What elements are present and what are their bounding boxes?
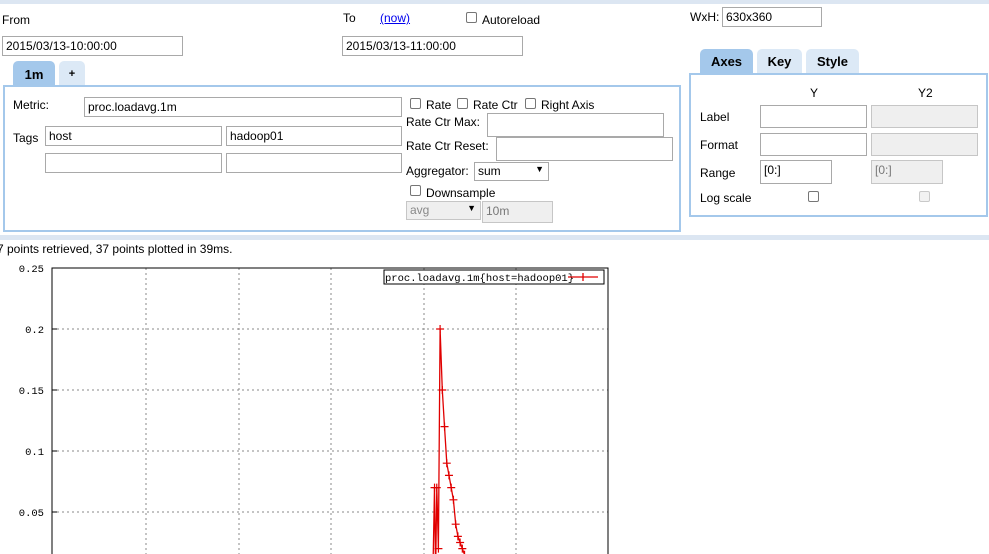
data-point — [444, 471, 453, 480]
tab-style[interactable]: Style — [806, 49, 859, 74]
downsample-checkbox[interactable] — [410, 185, 421, 196]
data-point — [449, 495, 458, 504]
autoreload-checkbox[interactable] — [466, 12, 477, 23]
chart-grid — [52, 268, 608, 554]
axis-y-header: Y — [810, 86, 819, 100]
to-date-input[interactable]: 2015/03/13-11:00:00 — [342, 36, 523, 56]
tab-axes[interactable]: Axes — [700, 49, 753, 74]
rate-ctr-max-label: Rate Ctr Max: — [406, 115, 481, 129]
chevron-down-icon: ▼ — [467, 203, 476, 213]
data-point — [442, 459, 451, 468]
y-tick-label: 0.25 — [19, 264, 44, 276]
y-axis: 0.25 0.2 0.15 0.1 0.05 — [19, 264, 57, 520]
size-label: WxH: — [690, 10, 720, 24]
aggregator-value: sum — [478, 164, 501, 178]
right-axis-label: Right Axis — [541, 98, 595, 112]
data-point — [447, 483, 456, 492]
downsample-label: Downsample — [426, 186, 496, 200]
autoreload-label: Autoreload — [482, 13, 541, 27]
tag-value-input[interactable] — [226, 153, 402, 173]
graph: 0.25 0.2 0.15 0.1 0.05 proc.loadavg.1m{host=… — [19, 264, 609, 554]
now-link[interactable]: (now) — [380, 11, 410, 25]
aggregator-label: Aggregator: — [406, 164, 469, 178]
downsample-interval-input[interactable]: 10m — [482, 201, 553, 223]
rate-ctr-max-input[interactable] — [487, 113, 664, 137]
tag-key-input[interactable]: host — [45, 126, 222, 146]
y2-format-input[interactable] — [871, 133, 978, 156]
axis-label-label: Label — [700, 110, 730, 124]
aggregator-select[interactable]: sum ▼ — [474, 162, 549, 181]
tag-value-input[interactable]: hadoop01 — [226, 126, 402, 146]
axis-range-label: Range — [700, 166, 736, 180]
axis-format-label: Format — [700, 138, 739, 152]
data-point — [436, 325, 445, 333]
from-date-input[interactable]: 2015/03/13-10:00:00 — [2, 36, 183, 56]
to-label: To — [343, 11, 356, 25]
y-log-scale-checkbox[interactable] — [808, 191, 819, 202]
tab-add-metric[interactable]: + — [59, 61, 85, 86]
y2-range-input[interactable]: [0:] — [871, 160, 943, 184]
downsample-func-value: avg — [410, 203, 430, 217]
y-range-input[interactable]: [0:] — [760, 160, 832, 184]
axis-y2-header: Y2 — [918, 86, 933, 100]
downsample-func-select[interactable]: avg ▼ — [406, 201, 481, 220]
section-divider — [0, 235, 989, 240]
y-format-input[interactable] — [760, 133, 867, 156]
rate-ctr-reset-label: Rate Ctr Reset: — [406, 139, 489, 153]
tag-key-input[interactable] — [45, 153, 222, 173]
y-label-input[interactable] — [760, 105, 867, 128]
log-scale-label: Log scale — [700, 191, 752, 205]
plot-frame — [51, 267, 609, 554]
tags-label: Tags — [13, 131, 39, 145]
rate-ctr-checkbox[interactable] — [457, 98, 468, 109]
status-text: 7 points retrieved, 37 points plotted in… — [0, 242, 233, 256]
from-label: From — [2, 13, 30, 27]
tab-key[interactable]: Key — [757, 49, 802, 74]
y2-label-input[interactable] — [871, 105, 978, 128]
metric-label: Metric: — [13, 98, 49, 112]
rate-checkbox[interactable] — [410, 98, 421, 109]
tab-metric-1m[interactable]: 1m — [13, 61, 55, 86]
legend: proc.loadavg.1m{host=hadoop01} — [383, 269, 605, 285]
metric-input[interactable]: proc.loadavg.1m — [84, 97, 402, 117]
top-divider — [0, 0, 989, 4]
size-input[interactable]: 630x360 — [722, 7, 822, 27]
chevron-down-icon: ▼ — [535, 164, 544, 174]
y2-log-scale-checkbox[interactable] — [919, 191, 930, 202]
data-point — [451, 520, 460, 529]
y-tick-label: 0.15 — [19, 386, 44, 398]
data-point — [440, 422, 449, 431]
rate-label: Rate — [426, 98, 452, 112]
rate-ctr-label: Rate Ctr — [473, 98, 518, 112]
right-axis-checkbox[interactable] — [525, 98, 536, 109]
y-tick-label: 0.1 — [25, 447, 44, 459]
y-tick-label: 0.05 — [19, 508, 44, 520]
rate-ctr-reset-input[interactable] — [496, 137, 673, 161]
legend-label: proc.loadavg.1m{host=hadoop01} — [385, 273, 574, 285]
y-tick-label: 0.2 — [25, 325, 44, 337]
series-line — [432, 328, 466, 554]
